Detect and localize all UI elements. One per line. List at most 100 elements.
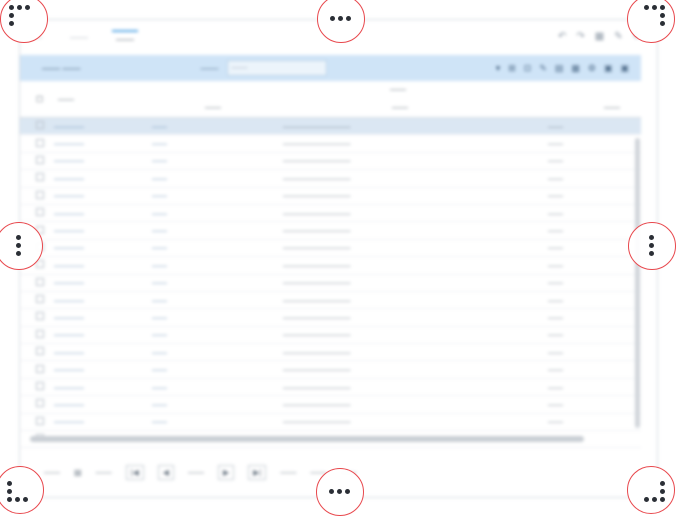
cell-code[interactable]: ————	[54, 226, 152, 235]
tab-2[interactable]: ——	[66, 30, 92, 50]
row-checkbox[interactable]	[36, 295, 54, 305]
column-header-code[interactable]: ——	[58, 95, 74, 104]
handle-dot-icon	[345, 489, 350, 494]
table-row[interactable]: —————————————————	[20, 170, 641, 188]
prev-page-button[interactable]: ◀	[157, 465, 174, 480]
column-header-size[interactable]: ——	[604, 103, 620, 112]
cell-code[interactable]: ————	[54, 400, 152, 409]
cell-code[interactable]: ————	[54, 296, 152, 305]
row-checkbox[interactable]	[36, 312, 54, 322]
table-row[interactable]: —————————————————	[20, 135, 641, 153]
row-checkbox[interactable]	[36, 208, 54, 218]
table-row[interactable]: —————————————————	[20, 153, 641, 171]
cell-code[interactable]: ————	[54, 122, 152, 131]
list-icon[interactable]: ▤	[555, 63, 564, 74]
table-row[interactable]: —————————————————	[20, 396, 641, 414]
cell-code[interactable]: ————	[54, 209, 152, 218]
cell-brand: ——	[152, 191, 167, 201]
cell-code[interactable]: ————	[54, 348, 152, 357]
print-icon[interactable]: ▣	[620, 63, 629, 74]
horizontal-scrollbar[interactable]	[30, 436, 584, 442]
table-row[interactable]: —————————————————	[20, 240, 641, 258]
first-page-button[interactable]: |◀	[125, 465, 144, 480]
table-row[interactable]: —————————————————	[20, 275, 641, 292]
handle-dot-icon	[7, 489, 12, 494]
row-checkbox[interactable]	[36, 138, 54, 149]
cell-code[interactable]: ————	[54, 191, 152, 200]
table-row[interactable]: —————————————————	[20, 414, 641, 432]
table-row[interactable]: —————————————————	[20, 292, 641, 310]
table-row[interactable]: —————————————————	[20, 257, 641, 275]
cell-code[interactable]: ————	[54, 278, 152, 287]
forward-icon[interactable]: ↷	[576, 31, 584, 42]
handle-dot-icon	[16, 235, 21, 240]
row-checkbox[interactable]	[36, 347, 54, 357]
export-icon[interactable]: ▣	[604, 63, 613, 74]
cell-code[interactable]: ————	[54, 313, 152, 322]
cell-code[interactable]: ————	[54, 261, 152, 270]
page-size-value[interactable]: ——	[96, 468, 112, 477]
grid-icon[interactable]: ▦	[595, 31, 604, 42]
table-row[interactable]: —————————————————	[20, 205, 641, 223]
handle-dot-icon	[16, 251, 21, 256]
cell-size: ——	[548, 365, 563, 375]
table-row[interactable]: —————————————————	[20, 222, 641, 240]
page-size-icon[interactable]: ▤	[74, 468, 82, 477]
cell-size: ——	[548, 173, 563, 183]
back-icon[interactable]: ↶	[558, 31, 566, 42]
row-checkbox[interactable]	[36, 416, 54, 427]
search-input[interactable]: ——	[226, 60, 327, 76]
cell-code[interactable]: ————	[54, 417, 152, 426]
cell-size: ——	[548, 121, 563, 131]
table-row[interactable]: —————————————————	[20, 344, 641, 362]
cell-code[interactable]: ————	[54, 383, 152, 392]
table-row[interactable]: —————————————————	[20, 361, 641, 379]
row-checkbox[interactable]	[36, 173, 54, 183]
row-checkbox[interactable]	[36, 277, 54, 288]
row-checkbox[interactable]	[36, 121, 54, 131]
page-size-select[interactable]: ——	[280, 468, 296, 477]
resize-handle-bottom-right[interactable]	[627, 466, 675, 514]
select-all-checkbox[interactable]: ☐	[36, 95, 43, 104]
add-icon[interactable]: ⊞	[508, 63, 516, 74]
resize-handle-bottom[interactable]	[316, 468, 364, 516]
row-checkbox[interactable]	[36, 364, 54, 375]
handle-dot-icon	[23, 497, 28, 502]
row-checkbox[interactable]	[36, 399, 54, 409]
row-checkbox[interactable]	[36, 190, 54, 201]
edit-icon[interactable]: ✎	[614, 31, 622, 42]
cell-description: —————————	[283, 399, 351, 409]
handle-dot-icon	[660, 489, 665, 494]
cell-code[interactable]: ————	[54, 174, 152, 183]
settings-icon[interactable]: ⚙	[588, 63, 596, 74]
cell-brand: ——	[152, 365, 167, 375]
cell-code[interactable]: ————	[54, 243, 152, 252]
row-checkbox[interactable]	[36, 155, 54, 166]
dropdown-icon[interactable]: ▾	[496, 63, 501, 74]
table-row[interactable]: —————————————————	[20, 188, 641, 205]
cell-size: ——	[548, 382, 563, 392]
table-row[interactable]: —————————————————	[20, 118, 641, 136]
table-row[interactable]: —————————————————	[20, 327, 641, 345]
cell-code[interactable]: ————	[54, 330, 152, 339]
columns-icon[interactable]: ▦	[571, 63, 580, 74]
next-page-button[interactable]: ▶	[217, 465, 235, 480]
column-header-brand[interactable]: ——	[205, 103, 221, 112]
edit-icon[interactable]: ✎	[539, 63, 547, 74]
table-row[interactable]: —————————————————	[20, 379, 641, 397]
cell-code[interactable]: ————	[54, 365, 152, 374]
row-checkbox[interactable]	[36, 260, 54, 270]
cell-description: —————————	[283, 121, 351, 131]
handle-dot-icon	[660, 5, 665, 10]
tab-3-active[interactable]: ——	[112, 30, 138, 50]
cell-code[interactable]: ————	[54, 139, 152, 148]
cell-code[interactable]: ————	[54, 156, 152, 165]
table-row[interactable]: —————————————————	[20, 309, 641, 327]
vertical-scrollbar[interactable]	[635, 138, 640, 428]
row-checkbox[interactable]	[36, 382, 54, 392]
resize-handle-right[interactable]	[628, 222, 676, 270]
copy-icon[interactable]: ⊡	[524, 63, 532, 74]
last-page-button[interactable]: ▶|	[248, 465, 267, 480]
row-checkbox[interactable]	[36, 329, 54, 340]
column-header-description[interactable]: ——	[392, 103, 408, 112]
